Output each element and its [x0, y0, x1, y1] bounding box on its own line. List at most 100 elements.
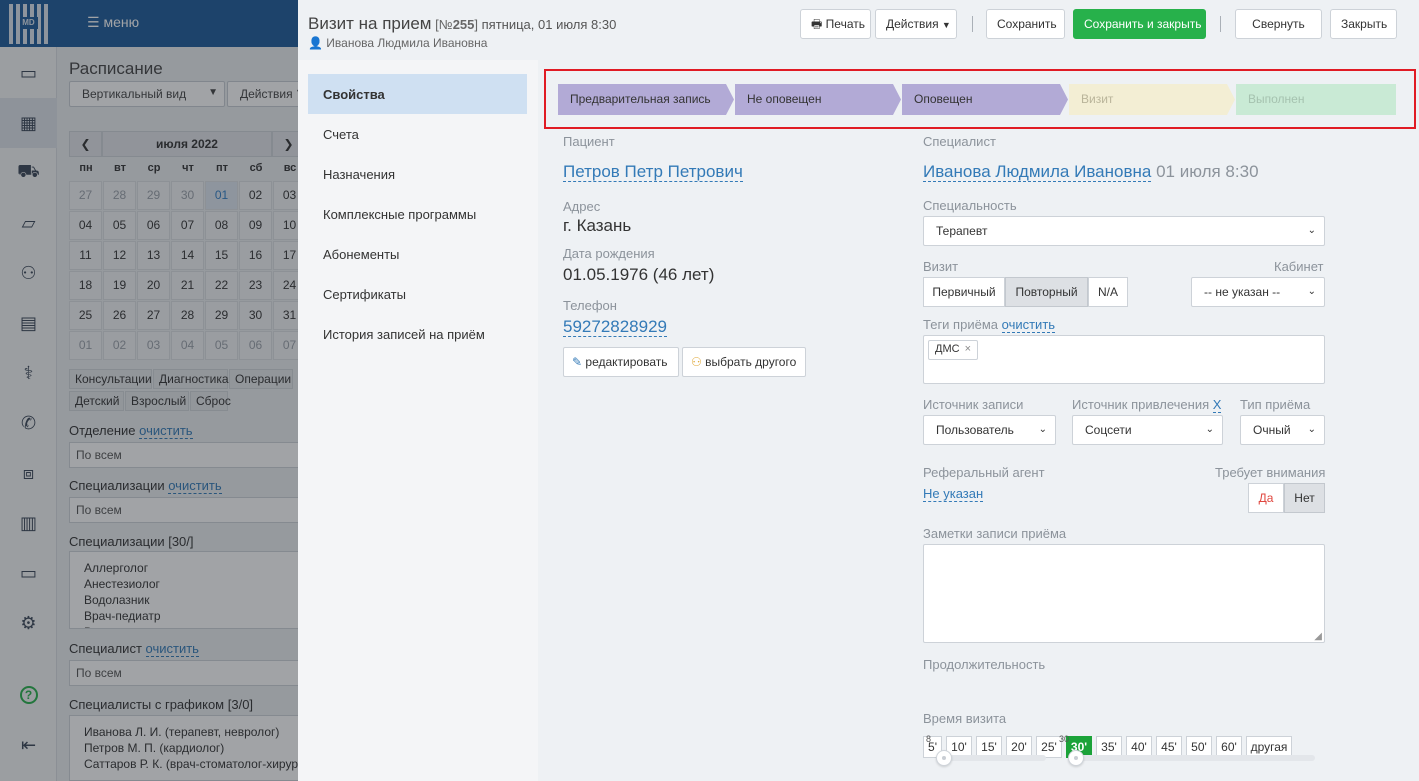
address-value: г. Казань: [563, 216, 632, 235]
visit-time-label: Время визита: [923, 711, 1007, 726]
attention-label: Требует внимания: [1215, 465, 1326, 480]
birth-value: 01.05.1976 (46 лет): [563, 265, 715, 284]
specialist-name-link[interactable]: Иванова Людмила Ивановна: [923, 162, 1152, 182]
phone-link[interactable]: 59272828929: [563, 317, 668, 337]
nav-item[interactable]: Комплексные программы: [308, 194, 527, 234]
chevron-down-icon: ⌄: [1205, 424, 1214, 435]
slider-a-track[interactable]: [936, 755, 1046, 761]
chevron-down-icon: ⌄: [1307, 424, 1316, 435]
stage-pipeline: Предварительная запись Не оповещен Оповеще…: [544, 69, 1416, 129]
modal-title: Визит на прием [№255] пятница, 01 июля 8…: [308, 14, 616, 34]
cabinet-label: Кабинет: [1274, 259, 1324, 274]
print-button[interactable]: 🖶 Печать: [800, 9, 871, 39]
visit-type-label: Визит: [923, 259, 959, 274]
print-label: Печать: [825, 17, 865, 31]
slider-b-label: 30: [1059, 734, 1070, 744]
phone-value: 59272828929: [563, 317, 668, 337]
specialty-label: Специальность: [923, 198, 1017, 213]
actions-button[interactable]: Действия ▼: [875, 9, 957, 39]
modal-body: Предварительная запись Не оповещен Оповеще…: [538, 60, 1419, 781]
nav-item[interactable]: Сертификаты: [308, 274, 527, 314]
stage-label[interactable]: Не оповещен: [735, 84, 821, 115]
specialist-line: Иванова Людмила Ивановна 01 июля 8:30: [923, 162, 1259, 182]
visit-modal: Визит на прием [№255] пятница, 01 июля 8…: [298, 0, 1419, 781]
edit-patient-label: редактировать: [585, 355, 668, 369]
patient-name-link[interactable]: Петров Петр Петрович: [563, 162, 743, 182]
modal-nav: Свойства Счета Назначения Комплексные прогр…: [298, 60, 538, 781]
stage-label[interactable]: Визит: [1069, 84, 1113, 115]
edit-patient-button[interactable]: ✎ редактировать: [563, 347, 679, 377]
attention-yes-button[interactable]: Да: [1248, 483, 1284, 513]
stage-label[interactable]: Оповещен: [902, 84, 972, 115]
source-label: Источник записи: [923, 397, 1024, 412]
save-close-button[interactable]: Сохранить и закрыть: [1073, 9, 1206, 39]
tags-label: Теги приёма очистить: [923, 317, 1056, 333]
notes-textarea[interactable]: ◢: [923, 544, 1325, 643]
source-select[interactable]: Пользователь ⌄: [923, 415, 1056, 445]
source-value: Пользователь: [936, 423, 1014, 437]
close-button[interactable]: Закрыть: [1330, 9, 1397, 39]
stage-label[interactable]: Предварительная запись: [558, 84, 711, 115]
type-select[interactable]: Очный ⌄: [1240, 415, 1325, 445]
type-label: Тип приёма: [1240, 397, 1311, 412]
caret-down-icon: ▼: [941, 20, 951, 30]
visit-type-option[interactable]: N/A: [1088, 277, 1128, 307]
patient-name: Петров Петр Петрович: [563, 162, 743, 182]
modal-title-text: Визит на прием: [308, 14, 432, 33]
specialist-time: 01 июля 8:30: [1156, 162, 1259, 181]
modal-backdrop: [0, 0, 298, 781]
nav-item[interactable]: Назначения: [308, 154, 527, 194]
modal-doctor-subtitle: 👤 Иванова Людмила Ивановна: [308, 36, 487, 50]
modal-header: Визит на прием [№255] пятница, 01 июля 8…: [298, 0, 1419, 60]
chevron-down-icon: ⌄: [1038, 424, 1047, 435]
actions-label: Действия: [886, 17, 939, 31]
tag-chip: ДМС ×: [928, 340, 978, 360]
cabinet-select[interactable]: -- не указан -- ⌄: [1191, 277, 1325, 307]
referral-value: Не указан: [923, 486, 984, 502]
save-button[interactable]: Сохранить: [986, 9, 1065, 39]
slider-b-track[interactable]: [1069, 755, 1315, 761]
stage-label[interactable]: Выполнен: [1236, 84, 1304, 115]
nav-item[interactable]: Свойства: [308, 74, 527, 114]
address-label: Адрес: [563, 199, 601, 214]
specialty-select[interactable]: Терапевт ⌄: [923, 216, 1325, 246]
birth-label: Дата рождения: [563, 246, 655, 261]
visit-type-option[interactable]: Повторный: [1005, 277, 1088, 307]
nav-item[interactable]: Абонементы: [308, 234, 527, 274]
slider-a-handle[interactable]: [936, 750, 952, 766]
patient-label: Пациент: [563, 134, 615, 149]
type-value: Очный: [1253, 423, 1291, 437]
visit-number-prefix: [№: [435, 17, 453, 32]
attraction-clear-link[interactable]: X: [1212, 397, 1222, 413]
divider: [972, 16, 973, 32]
printer-icon: 🖶: [811, 17, 823, 31]
collapse-button[interactable]: Свернуть: [1235, 9, 1322, 39]
notes-label: Заметки записи приёма: [923, 526, 1067, 541]
chevron-down-icon: ⌄: [1307, 225, 1316, 236]
edit-icon: ✎: [572, 355, 583, 369]
attraction-label: Источник привлечения X: [1072, 397, 1222, 413]
chevron-down-icon: ⌄: [1307, 286, 1316, 297]
referral-link[interactable]: Не указан: [923, 486, 984, 502]
user-icon: 👤: [308, 36, 323, 50]
choose-patient-button[interactable]: ⚇ выбрать другого: [682, 347, 806, 377]
visit-number-suffix: ]: [474, 17, 479, 32]
nav-item[interactable]: История записей на приём: [308, 314, 527, 354]
slider-b-handle[interactable]: [1068, 750, 1084, 766]
specialist-label: Специалист: [923, 134, 996, 149]
visit-date: пятница, 01 июля 8:30: [481, 17, 617, 32]
slider-a-label: 8: [926, 734, 932, 744]
nav-item[interactable]: Счета: [308, 114, 527, 154]
user-search-icon: ⚇: [691, 355, 702, 369]
tags-input[interactable]: ДМС ×: [923, 335, 1325, 384]
duration-label: Продолжительность: [923, 657, 1046, 672]
referral-label: Реферальный агент: [923, 465, 1045, 480]
doctor-subtitle-text: Иванова Людмила Ивановна: [326, 36, 488, 50]
attraction-select[interactable]: Соцсети ⌄: [1072, 415, 1223, 445]
close-icon[interactable]: ×: [965, 343, 971, 355]
cabinet-value: -- не указан --: [1204, 285, 1281, 299]
resize-handle-icon[interactable]: ◢: [1314, 631, 1322, 642]
tags-clear-link[interactable]: очистить: [1001, 317, 1056, 333]
attention-no-button[interactable]: Нет: [1284, 483, 1325, 513]
visit-type-option[interactable]: Первичный: [923, 277, 1005, 307]
